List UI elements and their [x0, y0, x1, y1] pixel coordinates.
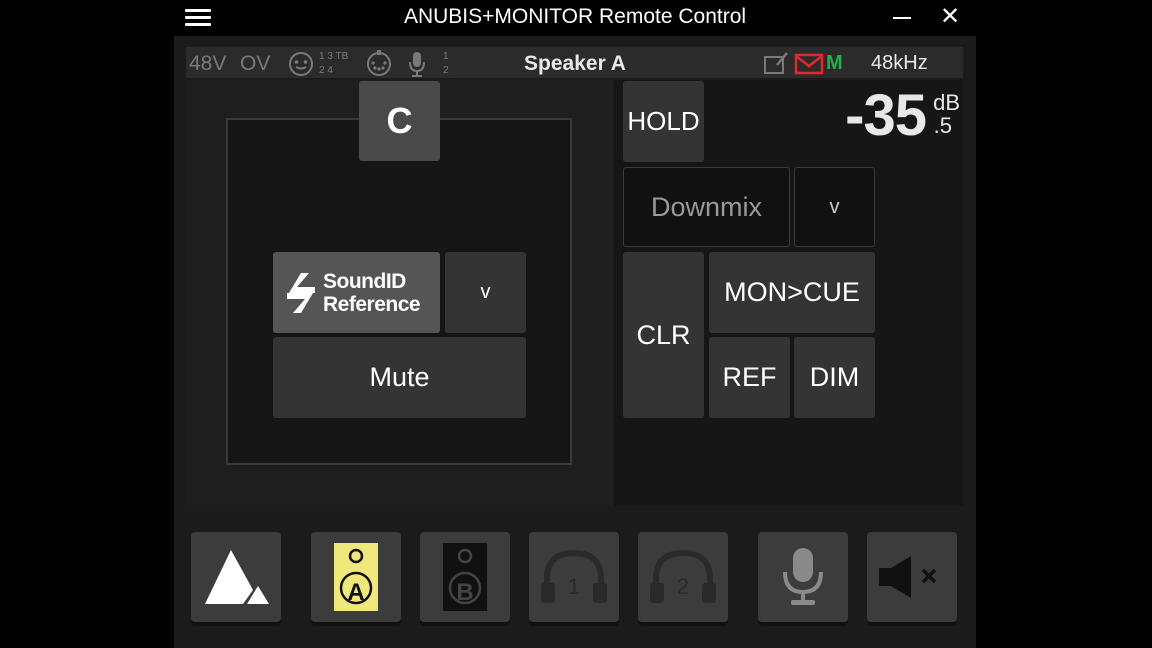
volume-fraction: .5 [933, 113, 952, 138]
mic-numbers-top: 1 [443, 51, 449, 62]
overload-indicator: OV [240, 52, 271, 75]
headphone-2-button[interactable]: 2 [638, 532, 728, 622]
minimize-icon[interactable] [893, 17, 911, 19]
mode-indicator: M [826, 52, 843, 74]
center-channel-button[interactable]: C [359, 81, 440, 161]
soundid-label-line2: Reference [323, 292, 421, 316]
edit-note-icon [763, 51, 789, 80]
mon-cue-button[interactable]: MON>CUE [709, 252, 875, 333]
mail-icon [794, 53, 824, 80]
sample-rate: 48kHz [871, 52, 928, 74]
close-icon[interactable]: ✕ [940, 5, 960, 29]
speaker-a-label: A [347, 578, 365, 606]
input-numbers-top: 1 3 TB [319, 51, 349, 62]
volume-readout: -35 dB .5 [832, 82, 962, 148]
headphone-2-label: 2 [676, 574, 690, 599]
midi-connector-icon [366, 49, 392, 82]
xlr-input-icon [288, 51, 314, 82]
microphone-icon [781, 546, 825, 608]
hamburger-menu-icon[interactable] [185, 9, 211, 27]
merging-logo-icon [203, 550, 269, 604]
soundid-dropdown-button[interactable]: v [445, 252, 526, 333]
soundid-logo-icon [287, 272, 315, 313]
mute-button[interactable]: Mute [273, 337, 526, 418]
merging-logo-button[interactable] [191, 532, 281, 622]
speaker-muted-icon [877, 554, 947, 600]
dim-button[interactable]: DIM [794, 337, 875, 418]
headphone-1-button[interactable]: 1 [529, 532, 619, 622]
headphone-1-label: 1 [567, 574, 581, 599]
hold-button[interactable]: HOLD [623, 81, 704, 162]
soundid-reference-button[interactable]: SoundID Reference [273, 252, 440, 333]
clr-button[interactable]: CLR [623, 252, 704, 418]
active-speaker-label: Speaker A [524, 52, 626, 75]
input-numbers-bottom: 2 4 [319, 65, 333, 76]
phantom-power-indicator: 48V [189, 52, 227, 75]
soundid-label-line1: SoundID [323, 269, 406, 293]
downmix-button[interactable]: Downmix [623, 167, 790, 247]
ref-button[interactable]: REF [709, 337, 790, 418]
mic-numbers-bottom: 2 [443, 65, 449, 76]
window-title: ANUBIS+MONITOR Remote Control [403, 5, 747, 28]
speaker-b-button[interactable]: B [420, 532, 510, 622]
speaker-a-button[interactable]: A [311, 532, 401, 622]
microphone-status-icon [407, 50, 427, 83]
talkback-mic-button[interactable] [758, 532, 848, 622]
downmix-dropdown-button[interactable]: v [794, 167, 875, 247]
speaker-mute-button[interactable] [867, 532, 957, 622]
speaker-b-label: B [456, 578, 474, 606]
volume-value: -35 [845, 83, 927, 148]
